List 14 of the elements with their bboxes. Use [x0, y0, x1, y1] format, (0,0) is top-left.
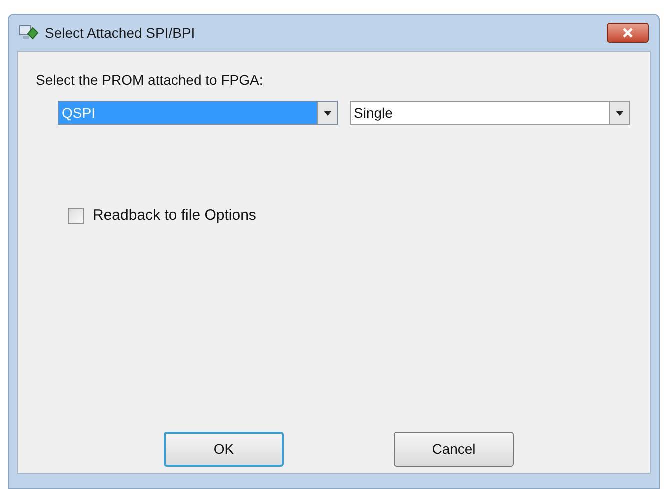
prompt-label: Select the PROM attached to FPGA: — [36, 71, 264, 90]
ok-button[interactable]: OK — [164, 432, 284, 467]
app-icon — [19, 24, 39, 42]
caret-icon — [616, 110, 624, 116]
cancel-button[interactable]: Cancel — [394, 432, 514, 467]
dropdown[interactable]: Single — [350, 101, 630, 125]
dropdown-value: QSPI — [61, 104, 96, 123]
dropdown-value: Single — [353, 104, 394, 123]
checkbox[interactable] — [68, 208, 84, 224]
caret-icon — [324, 110, 332, 116]
window-title: Select Attached SPI/BPI — [45, 24, 196, 42]
close-icon — [623, 28, 633, 38]
checkbox-label: Readback to file Options — [93, 206, 256, 226]
close-button[interactable] — [607, 23, 649, 43]
